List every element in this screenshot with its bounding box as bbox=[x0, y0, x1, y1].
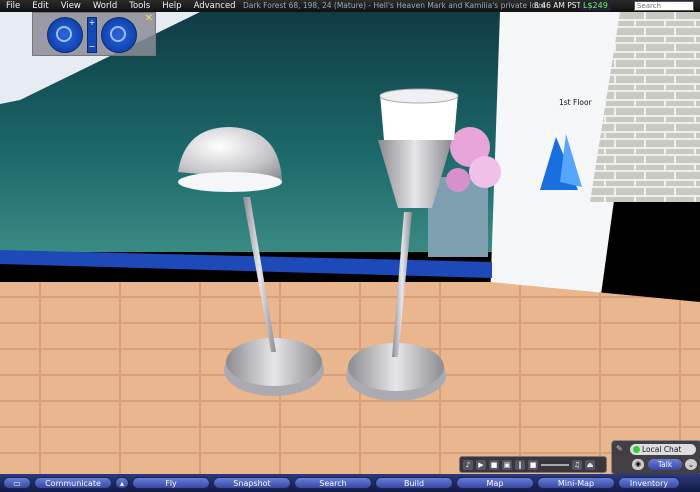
scene-render bbox=[0, 12, 700, 480]
music-note-icon[interactable]: ♪ bbox=[463, 459, 473, 470]
bottom-toolbar: ▭ Communicate ▴ Fly Snapshot Search Buil… bbox=[0, 474, 700, 492]
stop-media-icon[interactable]: ■ bbox=[528, 459, 538, 470]
mini-map-button[interactable]: Mini-Map bbox=[537, 477, 615, 489]
stop-icon[interactable]: ■ bbox=[489, 459, 499, 470]
floor-label: 1st Floor bbox=[559, 98, 592, 107]
media-controls: ♪ ▶ ■ ▣ ‖ ■ ♫ ⏏ bbox=[459, 456, 607, 473]
status-dot-icon bbox=[633, 446, 640, 453]
build-button[interactable]: Build bbox=[375, 477, 453, 489]
menu-bar: File Edit View World Tools Help Advanced… bbox=[0, 0, 700, 12]
chat-history-icon[interactable]: ✎ bbox=[616, 444, 623, 453]
balance[interactable]: L$249 bbox=[580, 1, 611, 11]
inventory-button[interactable]: Inventory bbox=[618, 477, 680, 489]
chevron-down-icon[interactable]: ⌄ bbox=[685, 459, 697, 470]
volume-icon[interactable]: ♫ bbox=[572, 459, 582, 470]
local-chat-label: Local Chat bbox=[642, 445, 682, 454]
zoom-control[interactable]: + − bbox=[87, 17, 97, 53]
clock: 8:46 AM PST bbox=[534, 1, 582, 10]
communicate-button[interactable]: Communicate bbox=[34, 477, 112, 489]
fly-button[interactable]: Fly bbox=[132, 477, 210, 489]
zoom-in-button[interactable]: + bbox=[88, 18, 96, 28]
zoom-out-button[interactable]: − bbox=[88, 42, 96, 52]
local-chat-button[interactable]: Local Chat bbox=[630, 444, 696, 455]
search-input[interactable] bbox=[634, 1, 694, 11]
snapshot-button[interactable]: Snapshot bbox=[213, 477, 291, 489]
menu-file[interactable]: File bbox=[0, 1, 26, 11]
talk-button[interactable]: Talk bbox=[648, 459, 682, 470]
search-button[interactable]: Search bbox=[294, 477, 372, 489]
camera-controls: + − ✕ bbox=[32, 12, 156, 56]
eject-icon[interactable]: ⏏ bbox=[585, 459, 595, 470]
world-viewport[interactable] bbox=[0, 12, 700, 480]
menu-world[interactable]: World bbox=[87, 1, 123, 11]
orbit-joystick[interactable] bbox=[47, 17, 83, 53]
menu-edit[interactable]: Edit bbox=[26, 1, 54, 11]
chat-panel: ✎ Local Chat ◉ Talk ⌄ bbox=[611, 440, 700, 475]
pause-icon[interactable]: ‖ bbox=[515, 459, 525, 470]
communicate-label: Communicate bbox=[45, 479, 101, 488]
menu-advanced[interactable]: Advanced bbox=[188, 1, 242, 11]
close-icon[interactable]: ✕ bbox=[145, 13, 153, 24]
communicate-menu-icon[interactable]: ▴ bbox=[115, 477, 129, 489]
menu-tools[interactable]: Tools bbox=[123, 1, 156, 11]
media-icon[interactable]: ▣ bbox=[502, 459, 512, 470]
volume-slider[interactable] bbox=[541, 463, 569, 466]
pan-joystick[interactable] bbox=[101, 17, 137, 53]
play-icon[interactable]: ▶ bbox=[476, 459, 486, 470]
map-button[interactable]: Map bbox=[456, 477, 534, 489]
location-text[interactable]: Dark Forest 68, 198, 24 (Mature) - Hell'… bbox=[243, 0, 545, 12]
menu-help[interactable]: Help bbox=[156, 1, 187, 11]
chat-bubble-icon[interactable]: ▭ bbox=[3, 477, 31, 489]
mic-icon[interactable]: ◉ bbox=[632, 459, 644, 470]
menu-view[interactable]: View bbox=[55, 1, 87, 11]
